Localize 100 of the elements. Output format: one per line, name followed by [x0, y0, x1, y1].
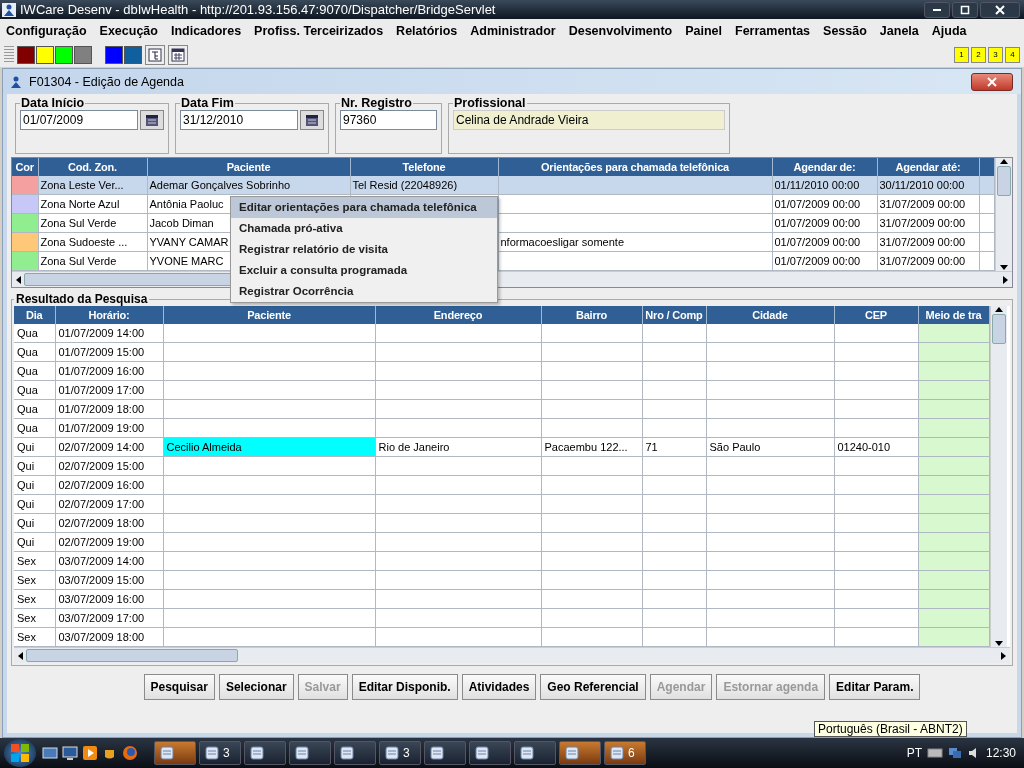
arrow-left-icon[interactable] — [15, 275, 21, 284]
color-swatch-button[interactable] — [105, 45, 123, 64]
arrow-right-icon[interactable] — [1003, 275, 1009, 284]
play-icon[interactable] — [82, 745, 98, 761]
table-row[interactable]: Sex 03/07/2009 18:00 — [14, 627, 989, 647]
column-header[interactable]: CEP — [834, 306, 918, 324]
task-button[interactable] — [289, 741, 331, 765]
arrow-left-icon[interactable] — [17, 651, 23, 660]
table-row[interactable]: Qui 02/07/2009 15:00 — [14, 456, 989, 476]
maximize-button[interactable] — [952, 1, 978, 18]
menu-item[interactable]: Profiss. Terceirizados — [254, 23, 384, 38]
action-button[interactable]: Geo Referencial — [540, 674, 646, 700]
menu-item[interactable]: Ferramentas — [735, 23, 811, 38]
menu-item[interactable]: Editar orientações para chamada telefônica — [231, 197, 497, 218]
grip-icon[interactable] — [4, 45, 14, 64]
color-swatch-button[interactable] — [55, 45, 73, 64]
column-header[interactable]: Telefone — [350, 158, 498, 176]
calendar-button[interactable] — [300, 110, 324, 130]
close-button[interactable] — [971, 72, 1013, 91]
table-row[interactable]: Sex 03/07/2009 17:00 — [14, 608, 989, 628]
table-row[interactable]: Qui 02/07/2009 14:00 Cecilio Almeida Rio de Janeiro Pacaembu 122... 71 São Paulo 01240-010 — [14, 437, 989, 457]
arrow-right-icon[interactable] — [1001, 651, 1007, 660]
column-header[interactable]: Cod. Zon. — [38, 158, 147, 176]
desktop-icon[interactable] — [42, 745, 58, 761]
input-field[interactable]: 01/07/2009 — [20, 110, 138, 130]
table-row[interactable]: Qui 02/07/2009 18:00 — [14, 513, 989, 533]
column-header[interactable]: Orientações para chamada telefônica — [498, 158, 772, 176]
horizontal-scrollbar[interactable] — [14, 647, 1010, 663]
menu-item[interactable]: Registrar Ocorrência — [231, 281, 497, 302]
color-swatch-button[interactable] — [17, 45, 35, 64]
task-button[interactable]: 3 — [379, 741, 421, 765]
column-header[interactable]: Agendar de: — [772, 158, 877, 176]
menu-item[interactable]: Execução — [99, 23, 158, 38]
network-icon[interactable] — [947, 746, 962, 760]
column-header[interactable]: Bairro — [541, 306, 642, 324]
scrollbar-thumb[interactable] — [26, 649, 238, 662]
task-button[interactable] — [244, 741, 286, 765]
color-swatch-button[interactable] — [74, 45, 92, 64]
table-row[interactable]: Qua 01/07/2009 15:00 — [14, 342, 989, 362]
globe-icon[interactable] — [122, 745, 138, 761]
scrollbar-thumb[interactable] — [991, 314, 1006, 344]
column-header[interactable]: Nro / Comp — [642, 306, 706, 324]
menu-item[interactable]: Desenvolvimento — [568, 23, 673, 38]
column-header[interactable]: Cor — [12, 158, 38, 176]
column-header[interactable]: Paciente — [147, 158, 350, 176]
vertical-scrollbar[interactable] — [995, 158, 1012, 271]
task-button[interactable]: 6 — [604, 741, 646, 765]
task-button[interactable] — [424, 741, 466, 765]
column-header[interactable]: Endereço — [375, 306, 541, 324]
table-row[interactable]: Qua 01/07/2009 19:00 — [14, 418, 989, 438]
arrow-down-icon[interactable] — [994, 641, 1003, 647]
input-field[interactable]: 97360 — [340, 110, 437, 130]
menu-item[interactable]: Configuração — [6, 23, 87, 38]
page-button[interactable]: 2 — [971, 46, 986, 63]
keyboard-icon[interactable] — [926, 747, 943, 759]
table-row[interactable]: Qui 02/07/2009 17:00 — [14, 494, 989, 514]
column-header[interactable]: Cidade — [706, 306, 834, 324]
table-row[interactable]: Qua 01/07/2009 17:00 — [14, 380, 989, 400]
start-button[interactable] — [4, 739, 36, 767]
scrollbar-thumb[interactable] — [997, 166, 1011, 196]
arrow-up-icon[interactable] — [1000, 158, 1008, 164]
color-swatch-button[interactable] — [36, 45, 54, 64]
input-field[interactable]: Celina de Andrade Vieira — [453, 110, 725, 130]
table-row[interactable]: Qui 02/07/2009 16:00 — [14, 475, 989, 495]
task-button[interactable] — [154, 741, 196, 765]
column-header[interactable]: Paciente — [163, 306, 375, 324]
task-button[interactable]: 3 — [199, 741, 241, 765]
arrow-up-icon[interactable] — [994, 306, 1003, 312]
monitor-icon[interactable] — [62, 745, 78, 761]
action-button[interactable]: Editar Param. — [829, 674, 921, 700]
menu-item[interactable]: Relatórios — [396, 23, 458, 38]
arrow-down-icon[interactable] — [1000, 265, 1008, 271]
menu-item[interactable]: Ajuda — [931, 23, 967, 38]
page-button[interactable]: 4 — [1005, 46, 1020, 63]
input-field[interactable]: 31/12/2010 — [180, 110, 298, 130]
table-row[interactable]: Zona Leste Ver... Ademar Gonçalves Sobrinho Tel Resid (22048926) 01/11/2010 00:00 30/11/2010 00:00 — [12, 176, 995, 195]
action-button[interactable]: Selecionar — [218, 674, 294, 700]
column-header[interactable]: Dia — [14, 306, 55, 324]
table-row[interactable]: Qua 01/07/2009 18:00 — [14, 399, 989, 419]
tree-icon[interactable] — [145, 44, 165, 65]
table-row[interactable]: Sex 03/07/2009 16:00 — [14, 589, 989, 609]
color-swatch-button[interactable] — [124, 45, 142, 64]
table-row[interactable]: Sex 03/07/2009 15:00 — [14, 570, 989, 590]
calendar-icon[interactable] — [168, 44, 188, 65]
task-button[interactable] — [334, 741, 376, 765]
column-header[interactable]: Horário: — [55, 306, 163, 324]
minimize-button[interactable] — [924, 1, 950, 18]
menu-item[interactable]: Painel — [685, 23, 723, 38]
column-header[interactable]: Meio de tra — [918, 306, 989, 324]
page-button[interactable]: 1 — [954, 46, 969, 63]
task-button[interactable] — [469, 741, 511, 765]
column-header[interactable]: Agendar até: — [877, 158, 979, 176]
table-row[interactable]: Qui 02/07/2009 19:00 — [14, 532, 989, 552]
language-indicator[interactable]: PT — [906, 746, 922, 760]
page-button[interactable]: 3 — [988, 46, 1003, 63]
action-button[interactable]: Pesquisar — [143, 674, 215, 700]
task-button[interactable] — [514, 741, 556, 765]
menu-item[interactable]: Sessão — [823, 23, 867, 38]
task-button[interactable] — [559, 741, 601, 765]
table-row[interactable]: Sex 03/07/2009 14:00 — [14, 551, 989, 571]
